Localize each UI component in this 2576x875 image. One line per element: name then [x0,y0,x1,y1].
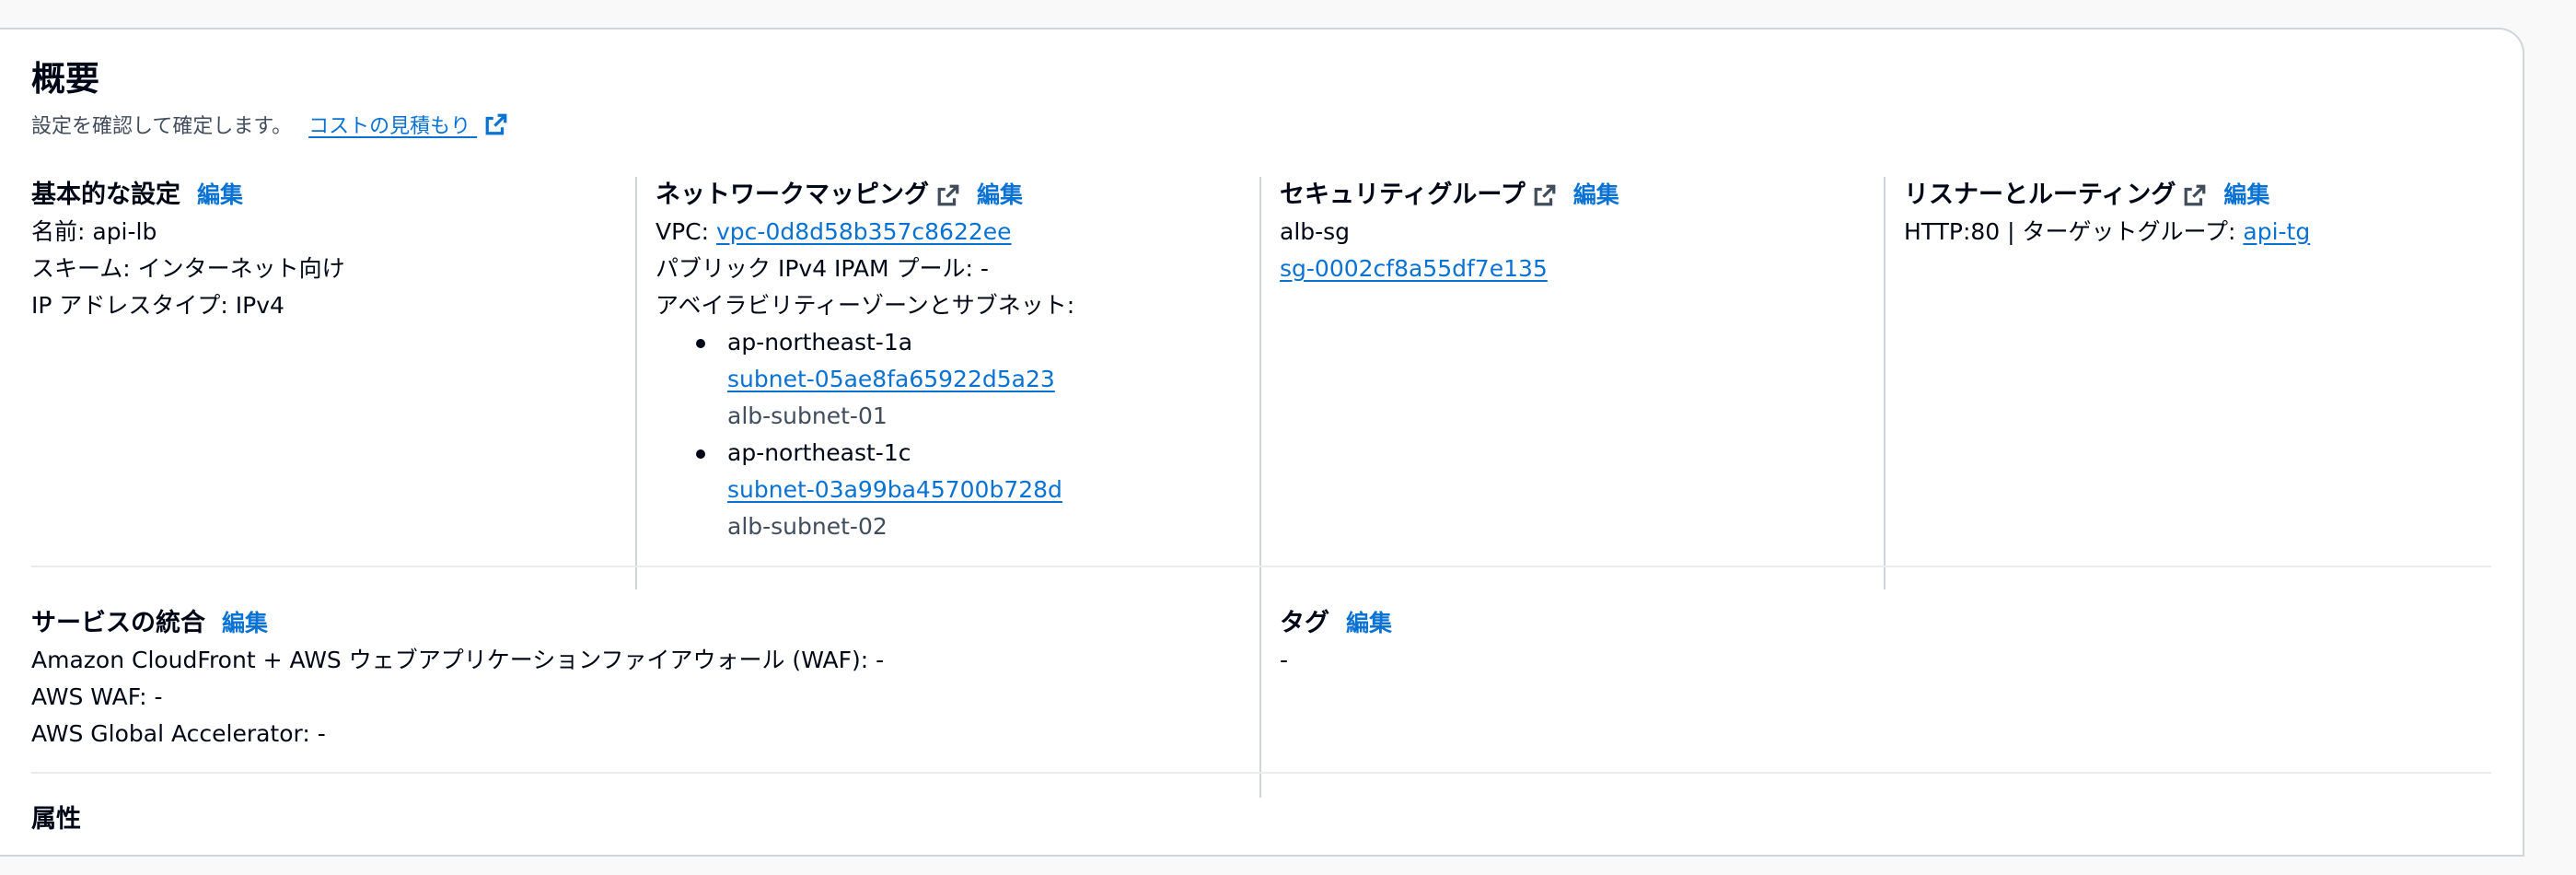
external-link-icon [485,113,507,135]
az-name: ap-northeast-1c [727,439,911,466]
lb-ip-type: IP アドレスタイプ: IPv4 [31,292,284,319]
listener-protocol: HTTP:80 | ターゲットグループ: [1904,218,2244,245]
edit-listeners-button[interactable]: 編集 [2223,177,2269,214]
section-listeners-routing: リスナーとルーティング 編集 HTTP:80 | ターゲットグループ: api-… [1904,177,2493,588]
external-link-icon[interactable] [2183,183,2207,207]
subnet-id-link[interactable]: subnet-03a99ba45700b728d [727,476,1062,503]
column-divider [635,177,637,589]
review-summary-panel: 概要 設定を確認して確定します。 コストの見積もり 基本的な設定 編集 名前: … [0,28,2524,857]
subnet-name: alb-subnet-02 [727,513,888,540]
security-group-id-link[interactable]: sg-0002cf8a55df7e135 [1280,255,1548,282]
availability-zone-list: ap-northeast-1a subnet-05ae8fa65922d5a23… [656,324,1254,545]
section-tags: タグ 編集 - [1280,605,1878,799]
row-divider [31,772,2491,774]
edit-basic-settings-button[interactable]: 編集 [197,177,243,214]
waf-status: AWS WAF: - [31,683,163,710]
ipam-pool: パブリック IPv4 IPAM プール: - [656,255,989,282]
tags-value: - [1280,647,1289,673]
list-item: ap-northeast-1c subnet-03a99ba45700b728d… [696,435,1254,545]
section-title: セキュリティグループ 編集 [1280,177,1878,214]
section-title: 属性 [31,801,621,838]
section-network-mapping: ネットワークマッピング 編集 VPC: vpc-0d8d58b357c8622e… [656,177,1254,588]
vpc-label: VPC: [656,218,717,245]
column-divider [1259,177,1261,589]
column-divider [1884,177,1886,589]
page-title: 概要 [31,59,99,99]
edit-network-mapping-button[interactable]: 編集 [977,177,1023,214]
subnet-name: alb-subnet-01 [727,402,888,429]
target-group-link[interactable]: api-tg [2243,218,2310,245]
section-title: タグ 編集 [1280,605,1878,642]
section-title: 基本的な設定 編集 [31,177,621,214]
global-accelerator-status: AWS Global Accelerator: - [31,720,326,747]
attributes-title: 属性 [31,805,81,834]
section-title: ネットワークマッピング 編集 [656,177,1254,214]
section-attributes: 属性 [31,801,621,875]
listener-line: HTTP:80 | ターゲットグループ: api-tg [1904,214,2493,251]
section-title: リスナーとルーティング 編集 [1904,177,2493,214]
vpc-id-link[interactable]: vpc-0d8d58b357c8622ee [716,218,1012,245]
cloudfront-waf-status: Amazon CloudFront + AWS ウェブアプリケーションファイアウ… [31,647,885,673]
list-item: ap-northeast-1a subnet-05ae8fa65922d5a23… [696,324,1254,435]
security-group-name: alb-sg [1280,218,1351,245]
description-text: 設定を確認して確定します。 [31,115,293,138]
service-integrations-title: サービスの統合 [31,609,205,637]
edit-tags-button[interactable]: 編集 [1346,605,1392,642]
page-description: 設定を確認して確定します。 コストの見積もり [31,109,508,146]
subnet-id-link[interactable]: subnet-05ae8fa65922d5a23 [727,366,1055,392]
section-service-integrations: サービスの統合 編集 Amazon CloudFront + AWS ウェブアプ… [31,605,1247,799]
column-divider [1259,578,1261,798]
lb-scheme: スキーム: インターネット向け [31,255,345,282]
section-security-groups: セキュリティグループ 編集 alb-sg sg-0002cf8a55df7e13… [1280,177,1878,588]
az-header: アベイラビリティーゾーンとサブネット: [656,292,1075,319]
network-mapping-title[interactable]: ネットワークマッピング [656,177,929,214]
lb-name: 名前: api-lb [31,218,157,245]
tags-title: タグ [1280,609,1329,637]
external-link-icon[interactable] [936,183,960,207]
vpc-line: VPC: vpc-0d8d58b357c8622ee [656,214,1254,251]
section-basic-settings: 基本的な設定 編集 名前: api-lb スキーム: インターネット向け IP … [31,177,621,588]
cost-estimate-link[interactable]: コストの見積もり [308,109,508,146]
security-groups-title[interactable]: セキュリティグループ [1280,177,1526,214]
basic-settings-title: 基本的な設定 [31,181,180,209]
cost-estimate-label: コストの見積もり [308,115,471,138]
edit-service-integrations-button[interactable]: 編集 [222,605,268,642]
edit-security-groups-button[interactable]: 編集 [1573,177,1619,214]
external-link-icon[interactable] [1533,183,1557,207]
section-title: サービスの統合 編集 [31,605,1247,642]
listeners-routing-title[interactable]: リスナーとルーティング [1904,177,2176,214]
row-divider [31,566,2491,567]
az-name: ap-northeast-1a [727,329,913,356]
